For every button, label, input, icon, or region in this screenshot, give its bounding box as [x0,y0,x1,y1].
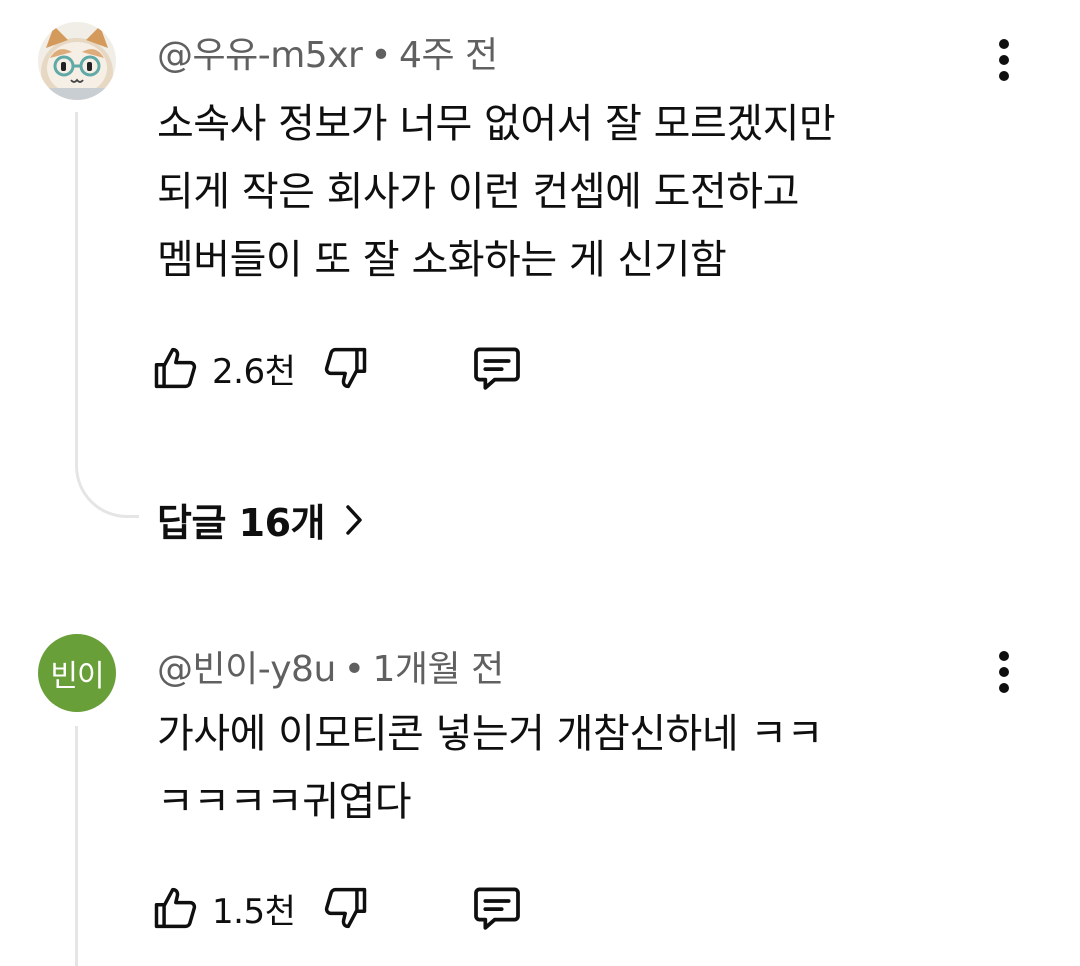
comment-line: ㅋㅋㅋㅋ귀엽다 [157,779,412,825]
thumbs-up-icon [154,887,197,929]
dislike-button[interactable] [319,882,371,934]
avatar-initials: 빈이 [50,659,104,694]
comment-line: 가사에 이모티콘 넣는거 개참신하네 ㅋㅋ [157,711,823,757]
comment-meta: @빈이-y8u • 1개월 전 [157,640,504,692]
comment-actions: 1.5천 [150,878,525,938]
comment-text: 가사에 이모티콘 넣는거 개참신하네 ㅋㅋ ㅋㅋㅋㅋ귀엽다 [157,700,987,836]
thread-line [75,726,78,966]
author-handle[interactable]: @빈이-y8u [157,649,336,690]
comment-item: 빈이 @빈이-y8u • 1개월 전 가사에 이모티콘 넣는거 개참신하네 ㅋㅋ ㅋ… [0,0,1080,966]
comment-time: 1개월 전 [372,649,505,690]
reply-button[interactable] [469,880,525,936]
more-options-button[interactable] [982,642,1026,702]
thumbs-down-icon [325,887,367,929]
like-count: 1.5천 [212,891,296,932]
avatar[interactable]: 빈이 [38,634,116,712]
like-button[interactable] [150,882,202,934]
vertical-dots-icon [999,651,1009,693]
meta-separator: • [343,649,365,690]
comment-bubble-icon [474,887,521,930]
